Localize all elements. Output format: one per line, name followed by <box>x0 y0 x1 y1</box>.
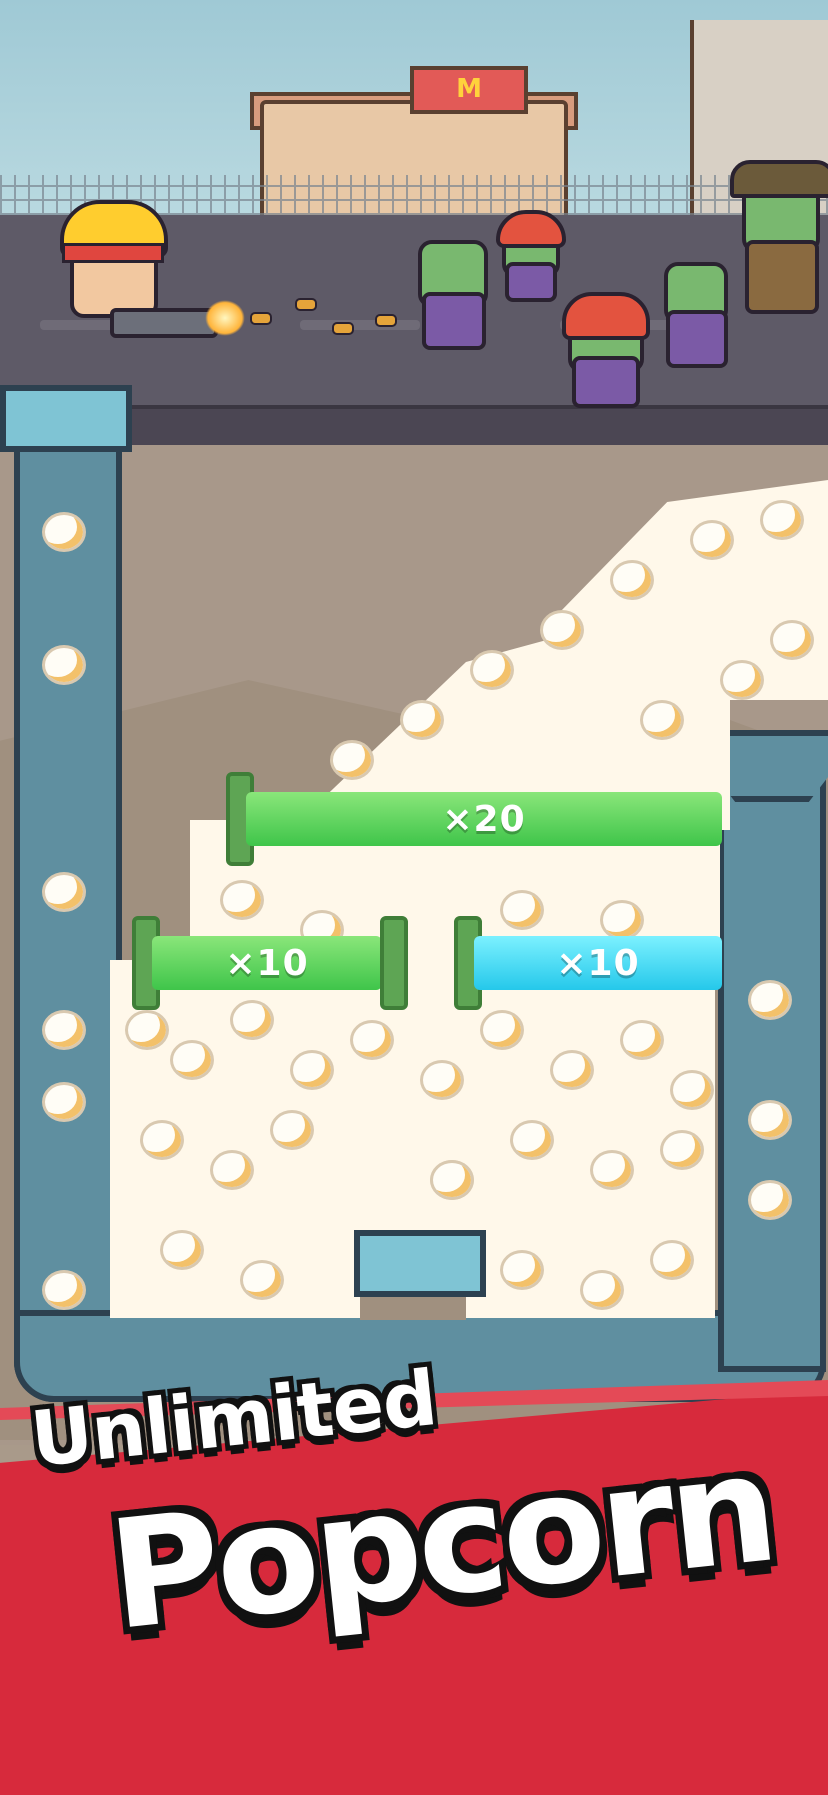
popcorn-kernel <box>42 1082 86 1122</box>
popcorn-kernel <box>500 890 544 930</box>
game-screen: M ×20 ×10 ×10 Unlimited Popcorn <box>0 0 828 1795</box>
zombie-boss-body <box>745 240 819 314</box>
popcorn-kernel <box>748 1180 792 1220</box>
zombie-body <box>572 356 640 408</box>
pipe-cap <box>0 385 132 452</box>
right-pipe <box>718 760 826 1372</box>
popcorn-kernel <box>125 1010 169 1050</box>
pipe-outlet <box>354 1230 486 1297</box>
popcorn-kernel <box>240 1260 284 1300</box>
popcorn-kernel <box>430 1160 474 1200</box>
popcorn-kernel <box>290 1050 334 1090</box>
bullet <box>295 298 317 311</box>
popcorn-kernel <box>600 900 644 940</box>
popcorn-kernel <box>540 610 584 650</box>
popcorn-kernel <box>720 660 764 700</box>
popcorn-kernel <box>510 1120 554 1160</box>
popcorn-kernel <box>470 650 514 690</box>
multiplier-gate-x10-left: ×10 <box>152 936 382 990</box>
minigun <box>110 308 218 338</box>
popcorn-kernel <box>770 620 814 660</box>
popcorn-kernel <box>670 1070 714 1110</box>
popcorn-kernel <box>400 700 444 740</box>
popcorn-kernel <box>42 1010 86 1050</box>
popcorn-kernel <box>690 520 734 560</box>
zombie-body <box>422 292 486 350</box>
popcorn-kernel <box>210 1150 254 1190</box>
popcorn-kernel <box>42 512 86 552</box>
multiplier-label: ×10 <box>556 942 640 984</box>
multiplier-gate-x20: ×20 <box>246 792 722 846</box>
popcorn-kernel <box>620 1020 664 1060</box>
muzzle-flash <box>205 300 245 336</box>
zombie-hair <box>562 292 650 340</box>
zombie-body <box>505 262 557 302</box>
popcorn-kernel <box>350 1020 394 1060</box>
popcorn-kernel <box>170 1040 214 1080</box>
popcorn-kernel <box>480 1010 524 1050</box>
popcorn-kernel <box>580 1270 624 1310</box>
left-pipe <box>14 430 122 1402</box>
lane-marking <box>300 320 420 330</box>
bullet <box>375 314 397 327</box>
multiplier-gate-x10-right: ×10 <box>474 936 722 990</box>
popcorn-kernel <box>660 1130 704 1170</box>
shop-sign: M <box>410 66 528 114</box>
popcorn-kernel <box>550 1050 594 1090</box>
popcorn-kernel <box>42 872 86 912</box>
popcorn-kernel <box>748 980 792 1020</box>
popcorn-kernel <box>650 1240 694 1280</box>
popcorn-kernel <box>42 645 86 685</box>
popcorn-kernel <box>220 880 264 920</box>
multiplier-label: ×20 <box>442 798 526 840</box>
bullet <box>250 312 272 325</box>
popcorn-kernel <box>140 1120 184 1160</box>
popcorn-kernel <box>230 1000 274 1040</box>
zombie-body <box>666 310 728 368</box>
popcorn-kernel <box>330 740 374 780</box>
bullet <box>332 322 354 335</box>
zombie-boss-hat <box>730 160 828 198</box>
popcorn-kernel <box>760 500 804 540</box>
popcorn-kernel <box>500 1250 544 1290</box>
hero-headband <box>62 243 164 263</box>
gate-post <box>380 916 408 1010</box>
popcorn-kernel <box>420 1060 464 1100</box>
popcorn-kernel <box>160 1230 204 1270</box>
popcorn-kernel <box>270 1110 314 1150</box>
multiplier-label: ×10 <box>225 942 309 984</box>
popcorn-kernel <box>640 700 684 740</box>
popcorn-kernel <box>42 1270 86 1310</box>
popcorn-kernel <box>748 1100 792 1140</box>
popcorn-kernel <box>590 1150 634 1190</box>
popcorn-kernel <box>610 560 654 600</box>
